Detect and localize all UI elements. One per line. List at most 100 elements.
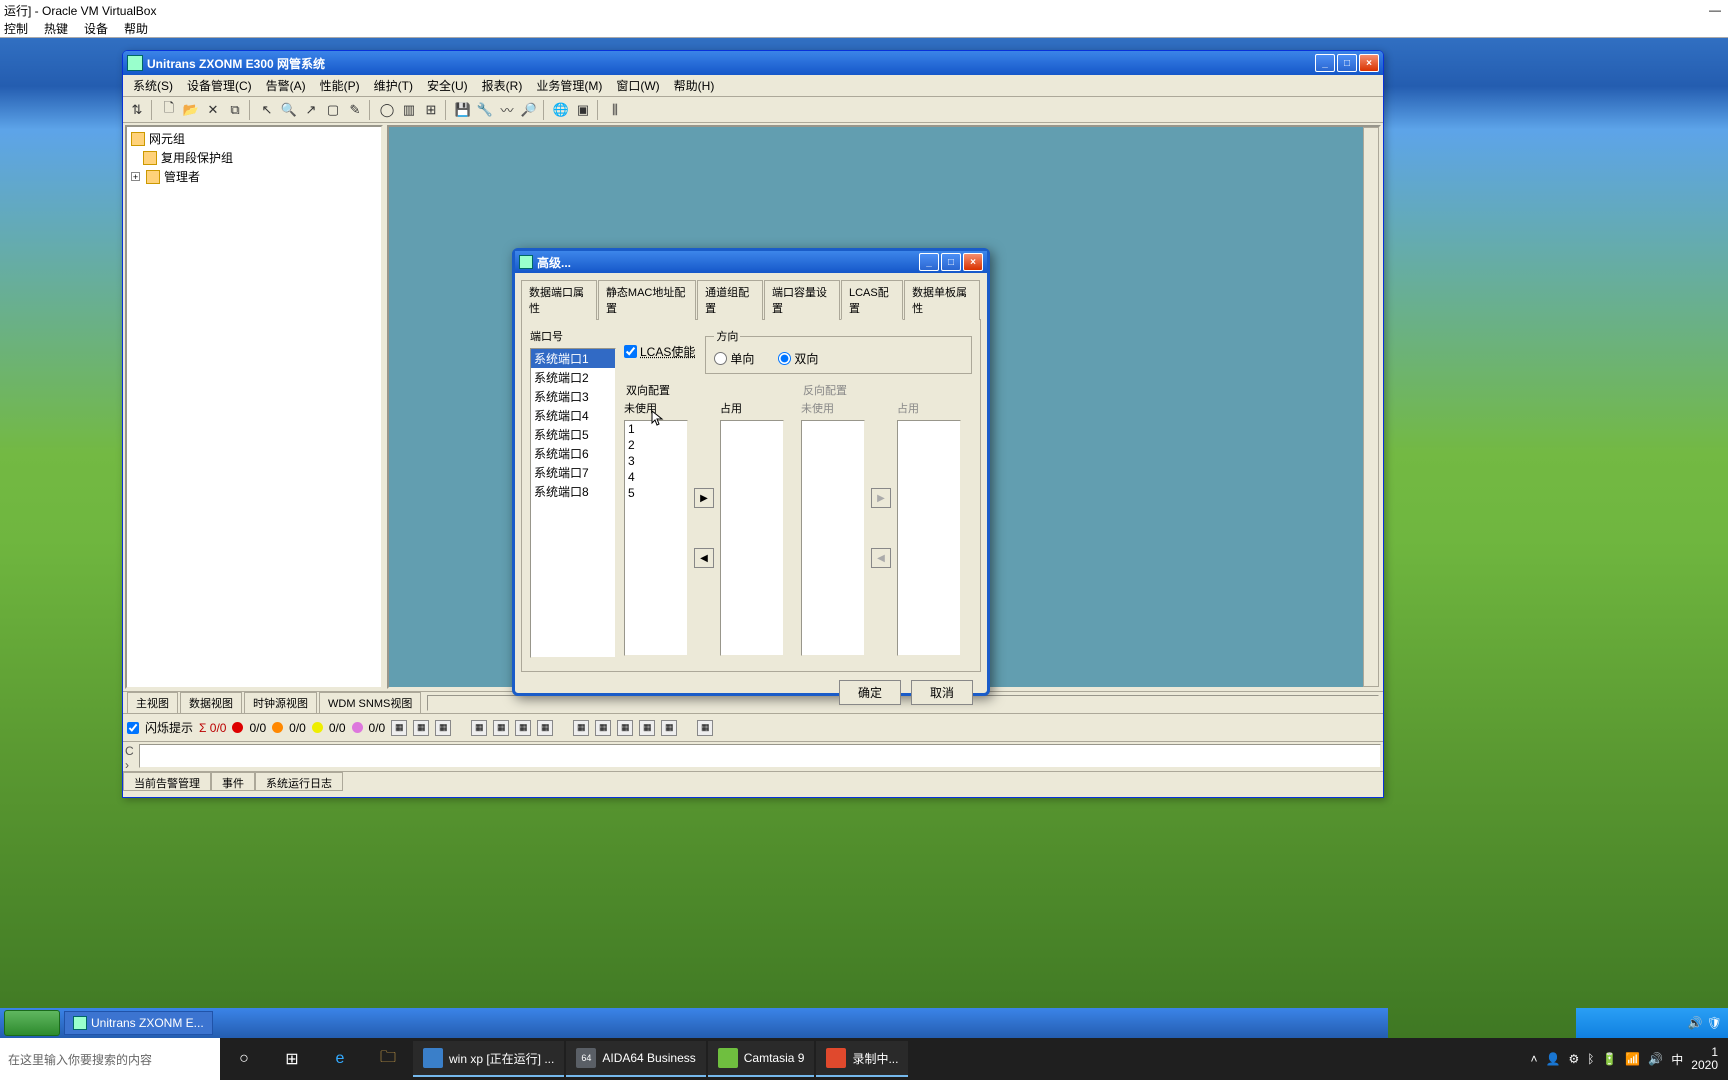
- tool-box[interactable]: ▣: [573, 100, 593, 120]
- tab-main[interactable]: 主视图: [127, 692, 178, 713]
- start-button[interactable]: [4, 1010, 60, 1036]
- list-item[interactable]: 3: [625, 453, 687, 469]
- tray-battery-icon[interactable]: 🔋: [1602, 1052, 1617, 1066]
- tool-global[interactable]: 🌐: [551, 100, 571, 120]
- tool-rect[interactable]: ▢: [323, 100, 343, 120]
- status-icon-6[interactable]: ▦: [515, 720, 531, 736]
- dtab-mac[interactable]: 静态MAC地址配置: [598, 280, 696, 320]
- maximize-button[interactable]: □: [1337, 54, 1357, 72]
- app-titlebar[interactable]: Unitrans ZXONM E300 网管系统 _ □ ×: [123, 51, 1383, 75]
- search-input[interactable]: 在这里输入你要搜索的内容: [0, 1038, 220, 1080]
- tool-search[interactable]: 🔍: [279, 100, 299, 120]
- vb-menu-help[interactable]: 帮助: [124, 20, 148, 37]
- tool-wrench[interactable]: 🔧: [475, 100, 495, 120]
- port-item[interactable]: 系统端口5: [531, 425, 615, 444]
- status-icon-2[interactable]: ▦: [413, 720, 429, 736]
- dual-used-listbox[interactable]: [720, 420, 784, 656]
- dtab-lcas[interactable]: LCAS配置: [841, 280, 903, 320]
- tray-up-icon[interactable]: ˄: [1530, 1052, 1537, 1066]
- dtab-port-attr[interactable]: 数据端口属性: [521, 280, 597, 320]
- vb-menu-control[interactable]: 控制: [4, 20, 28, 37]
- tool-search2[interactable]: 🔎: [519, 100, 539, 120]
- add-right-button[interactable]: ▶: [694, 488, 714, 508]
- host-task-winxp[interactable]: win xp [正在运行] ...: [413, 1041, 564, 1077]
- tray-icon[interactable]: 🛡: [1707, 1016, 1722, 1030]
- radio-single[interactable]: 单向: [714, 350, 754, 367]
- status-icon-5[interactable]: ▦: [493, 720, 509, 736]
- command-input[interactable]: [139, 744, 1381, 768]
- menu-service[interactable]: 业务管理(M): [530, 75, 608, 96]
- tray-icon[interactable]: 🔊: [1688, 1016, 1703, 1030]
- port-item[interactable]: 系统端口2: [531, 368, 615, 387]
- host-task-recording[interactable]: 录制中...: [816, 1041, 908, 1077]
- menu-report[interactable]: 报表(R): [476, 75, 529, 96]
- vb-menu-hotkey[interactable]: 热键: [44, 20, 68, 37]
- status-icon-10[interactable]: ▦: [617, 720, 633, 736]
- tool-open[interactable]: 📂: [181, 100, 201, 120]
- tool-save[interactable]: 💾: [453, 100, 473, 120]
- tool-arrow[interactable]: ↗: [301, 100, 321, 120]
- menu-perf[interactable]: 性能(P): [314, 75, 366, 96]
- status-icon-1[interactable]: ▦: [391, 720, 407, 736]
- list-item[interactable]: 5: [625, 485, 687, 501]
- port-item[interactable]: 系统端口1: [531, 349, 615, 368]
- minimize-button[interactable]: _: [1315, 54, 1335, 72]
- dialog-maximize-button[interactable]: □: [941, 253, 961, 271]
- vb-minimize-button[interactable]: —: [1702, 3, 1728, 17]
- flash-checkbox[interactable]: [127, 722, 139, 734]
- radio-dual[interactable]: 双向: [778, 350, 818, 367]
- menu-window[interactable]: 窗口(W): [610, 75, 665, 96]
- status-icon-12[interactable]: ▦: [661, 720, 677, 736]
- canvas-scrollbar-v[interactable]: [1363, 127, 1379, 687]
- guest-system-tray[interactable]: 🔊 🛡: [1576, 1008, 1728, 1038]
- tray-people-icon[interactable]: 👤: [1546, 1052, 1561, 1066]
- port-listbox[interactable]: 系统端口1 系统端口2 系统端口3 系统端口4 系统端口5 系统端口6 系统端口…: [530, 348, 616, 658]
- dtab-channel[interactable]: 通道组配置: [697, 280, 763, 320]
- tray-bluetooth-icon[interactable]: ᛒ: [1587, 1052, 1594, 1066]
- tool-pointer[interactable]: ↖: [257, 100, 277, 120]
- status-icon-7[interactable]: ▦: [537, 720, 553, 736]
- port-item[interactable]: 系统端口7: [531, 463, 615, 482]
- taskview-button[interactable]: ⊞: [268, 1038, 316, 1080]
- tool-col[interactable]: ⫼: [605, 100, 625, 120]
- menu-security[interactable]: 安全(U): [421, 75, 474, 96]
- tab-wdm[interactable]: WDM SNMS视图: [319, 692, 421, 713]
- tool-bars[interactable]: ▥: [399, 100, 419, 120]
- cortana-button[interactable]: ○: [220, 1038, 268, 1080]
- close-button[interactable]: ×: [1359, 54, 1379, 72]
- btab-syslog[interactable]: 系统运行日志: [255, 772, 343, 791]
- tool-copy[interactable]: ⧉: [225, 100, 245, 120]
- menu-help[interactable]: 帮助(H): [668, 75, 721, 96]
- menu-alarm[interactable]: 告警(A): [260, 75, 312, 96]
- host-task-camtasia[interactable]: Camtasia 9: [708, 1041, 815, 1077]
- cancel-button[interactable]: 取消: [911, 680, 973, 705]
- expand-icon[interactable]: +: [131, 172, 140, 181]
- explorer-icon[interactable]: 🗀: [364, 1038, 412, 1080]
- dtab-board[interactable]: 数据单板属性: [904, 280, 980, 320]
- status-icon-13[interactable]: ▦: [697, 720, 713, 736]
- tray-wifi-icon[interactable]: 📶: [1625, 1052, 1640, 1066]
- tab-clock[interactable]: 时钟源视图: [244, 692, 317, 713]
- vb-menu-devices[interactable]: 设备: [84, 20, 108, 37]
- clock-date[interactable]: 2020: [1691, 1059, 1718, 1072]
- host-task-aida[interactable]: 64AIDA64 Business: [566, 1041, 705, 1077]
- btab-alarm[interactable]: 当前告警管理: [123, 772, 211, 791]
- dual-unused-listbox[interactable]: 1 2 3 4 5: [624, 420, 688, 656]
- tool-graph[interactable]: 〰: [497, 100, 517, 120]
- tool-new[interactable]: 🗋: [159, 100, 179, 120]
- status-icon-3[interactable]: ▦: [435, 720, 451, 736]
- status-icon-8[interactable]: ▦: [573, 720, 589, 736]
- dialog-minimize-button[interactable]: _: [919, 253, 939, 271]
- tool-circle[interactable]: ◯: [377, 100, 397, 120]
- edge-icon[interactable]: e: [316, 1038, 364, 1080]
- ime-indicator[interactable]: 中: [1671, 1051, 1683, 1068]
- menu-maint[interactable]: 维护(T): [368, 75, 419, 96]
- status-icon-4[interactable]: ▦: [471, 720, 487, 736]
- menu-system[interactable]: 系统(S): [127, 75, 179, 96]
- list-item[interactable]: 1: [625, 421, 687, 437]
- tray-volume-icon[interactable]: 🔊: [1648, 1052, 1663, 1066]
- host-system-tray[interactable]: ˄ 👤 ⚙ ᛒ 🔋 📶 🔊 中 1 2020: [1530, 1046, 1728, 1072]
- dialog-titlebar[interactable]: 高级... _ □ ×: [515, 251, 987, 273]
- port-item[interactable]: 系统端口6: [531, 444, 615, 463]
- taskbar-task-unitrans[interactable]: Unitrans ZXONM E...: [64, 1011, 213, 1035]
